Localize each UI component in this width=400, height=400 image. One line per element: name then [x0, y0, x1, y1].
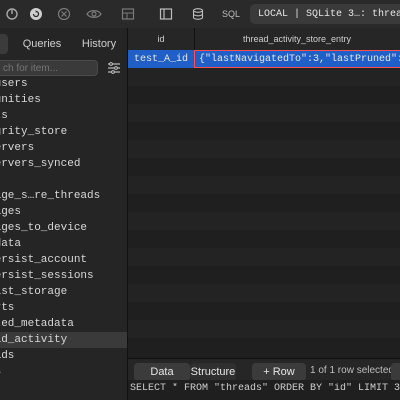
database-icon[interactable] [190, 6, 206, 22]
sidebar-item[interactable]: persist_sessions [0, 268, 127, 284]
sidebar-item[interactable]: sages_to_device [0, 220, 127, 236]
refresh-icon[interactable] [28, 6, 44, 22]
table-body: test_A_id {"lastNavigatedTo":3,"lastPrune… [128, 50, 400, 356]
status-button[interactable] [391, 363, 400, 381]
sidebar-item[interactable]: munities [0, 92, 127, 108]
sidebar-item[interactable]: a [0, 172, 127, 188]
table-row[interactable] [128, 320, 400, 338]
tab-items[interactable] [0, 34, 8, 54]
filter-icon[interactable] [106, 60, 122, 76]
connection-label: LOCAL | SQLite 3…: thread_a [250, 4, 400, 24]
table-row[interactable] [128, 104, 400, 122]
sql-button[interactable]: SQL [218, 7, 244, 21]
table-row[interactable] [128, 248, 400, 266]
table-row[interactable] [128, 284, 400, 302]
sidebar-item[interactable]: eads [0, 348, 127, 364]
sidebar-item[interactable]: sages [0, 204, 127, 220]
table-row[interactable] [128, 68, 400, 86]
sidebar-tabs: Queries History [0, 34, 127, 54]
table-row[interactable] [128, 86, 400, 104]
sidebar-item[interactable]: adata [0, 236, 127, 252]
table-row[interactable] [128, 194, 400, 212]
tab-history[interactable]: History [76, 34, 122, 54]
sidebar-item[interactable]: sist_storage [0, 284, 127, 300]
table-row[interactable] [128, 158, 400, 176]
toolbar: SQL LOCAL | SQLite 3…: thread_a [0, 0, 400, 29]
add-row-button[interactable]: + Row [252, 363, 306, 381]
table-row[interactable]: test_A_id {"lastNavigatedTo":3,"lastPrune… [128, 50, 400, 68]
sidebar-item[interactable]: servers_synced [0, 156, 127, 172]
eye-icon[interactable] [86, 6, 102, 22]
table-row[interactable] [128, 176, 400, 194]
sidebar-toggle-icon[interactable] [158, 6, 174, 22]
sidebar-item[interactable]: _users [0, 76, 127, 92]
sql-query-text[interactable]: SELECT * FROM "threads" ORDER BY "id" LI… [130, 383, 400, 397]
stop-icon[interactable] [56, 6, 72, 22]
cell-thread-activity-store-entry[interactable]: {"lastNavigatedTo":3,"lastPruned":4 [194, 50, 400, 68]
sql-bar: SELECT * FROM "threads" ORDER BY "id" LI… [128, 380, 400, 400]
table-list: _usersmunitiesftsegrity_storeserversserv… [0, 76, 127, 380]
table-row[interactable] [128, 338, 400, 356]
sidebar-item[interactable]: ead_activity [0, 332, 127, 348]
table-row[interactable] [128, 212, 400, 230]
power-icon[interactable] [4, 6, 20, 22]
table-row[interactable] [128, 122, 400, 140]
sidebar-item[interactable]: fts [0, 108, 127, 124]
column-header-thread-activity-store-entry[interactable]: thread_activity_store_entry [194, 28, 400, 50]
tab-queries[interactable]: Queries [18, 34, 66, 54]
cell-id[interactable]: test_A_id [128, 50, 194, 68]
column-header-id[interactable]: id [128, 28, 195, 50]
table-row[interactable] [128, 302, 400, 320]
sidebar-item[interactable]: cted_metadata [0, 316, 127, 332]
sidebar-item[interactable]: servers [0, 140, 127, 156]
sidebar-item[interactable]: egrity_store [0, 124, 127, 140]
sidebar-item[interactable]: orts [0, 300, 127, 316]
sidebar-item[interactable]: persist_account [0, 252, 127, 268]
sidebar-item[interactable]: sage_s…re_threads [0, 188, 127, 204]
sidebar: Queries History _usersmunitiesftsegrity_… [0, 28, 128, 400]
sidebar-item[interactable]: rs [0, 364, 127, 380]
table-header: id thread_activity_store_entry [128, 28, 400, 51]
table-row[interactable] [128, 140, 400, 158]
structure-tab-button[interactable]: Structure [190, 363, 236, 381]
search-input[interactable] [0, 60, 98, 76]
table-row[interactable] [128, 266, 400, 284]
row-status: 1 of 1 row selected [310, 365, 394, 376]
table-row[interactable] [128, 230, 400, 248]
results-pane: id thread_activity_store_entry test_A_id… [128, 28, 400, 400]
data-tab-button[interactable]: Data [134, 363, 190, 381]
table-icon[interactable] [120, 6, 136, 22]
